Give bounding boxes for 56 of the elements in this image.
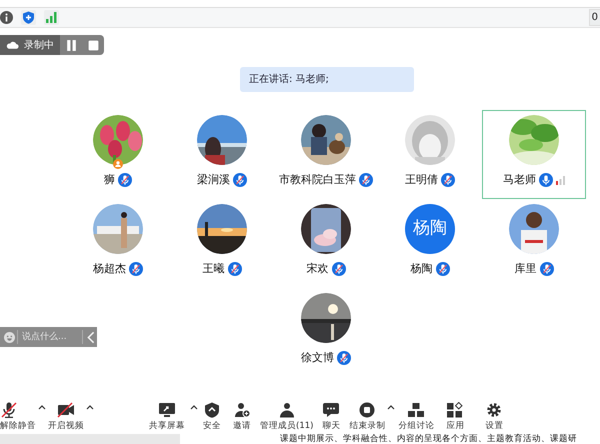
toolbar-button[interactable]: 分组讨论 <box>397 402 436 433</box>
stop-button[interactable] <box>82 35 104 55</box>
toolbar-button[interactable]: 应用 <box>435 402 476 433</box>
participant-name: 王明倩 <box>405 172 438 188</box>
participant-name: 马老师 <box>503 172 536 188</box>
speaker-banner: 正在讲话: 马老师; <box>240 67 414 92</box>
chat-field[interactable]: 说点什么... <box>0 327 97 347</box>
toolbar-button[interactable]: 设置 <box>475 402 514 433</box>
caret-button[interactable] <box>188 404 200 410</box>
chevron-left-icon <box>85 330 97 344</box>
caret-icon <box>86 404 94 410</box>
participant-name: 狮 <box>104 172 115 188</box>
stop-record-icon <box>358 402 376 418</box>
participant-name: 徐文博 <box>301 350 334 366</box>
participant-name: 宋欢 <box>306 260 328 277</box>
audio-level-icon <box>556 176 565 184</box>
stop-icon <box>86 38 100 52</box>
share-screen-icon <box>158 402 176 418</box>
avatar: 杨陶 <box>405 204 455 254</box>
toolbar-button[interactable]: 安全 <box>200 402 224 433</box>
caret-icon <box>190 404 198 410</box>
participant-name: 杨陶 <box>410 260 432 277</box>
breakout-rooms-icon <box>407 402 426 418</box>
toolbar-button[interactable]: 解除静音 <box>0 402 36 433</box>
muted-mic-icon <box>0 402 18 418</box>
participant-name: 库里 <box>514 260 536 277</box>
participant-name: 王曦 <box>202 260 224 277</box>
pause-button[interactable] <box>60 35 82 55</box>
caret-icon <box>38 404 46 410</box>
caret-button[interactable] <box>36 404 48 410</box>
toolbar-button[interactable]: 结束录制 <box>349 402 386 433</box>
toolbar-button[interactable]: 邀请 <box>224 402 260 433</box>
toolbar-button[interactable]: 共享屏幕 <box>146 402 188 433</box>
toolbar-button[interactable]: 管理成员(11) <box>260 402 314 433</box>
caret-icon <box>387 404 396 410</box>
video-off-icon <box>57 402 75 418</box>
ticker-text: 课题中期展示、学科融合性、内容的呈现各个方面、主题教育活动、课题研 <box>280 434 577 444</box>
participant-name: 杨超杰 <box>93 260 126 277</box>
settings-icon <box>485 402 504 418</box>
emoji-icon[interactable] <box>4 330 15 344</box>
invite-person-icon <box>233 402 251 418</box>
apps-icon <box>446 402 464 418</box>
participant-name: 市教科院白玉萍 <box>279 172 356 188</box>
pause-icon <box>64 38 78 52</box>
participant-name: 梁涧溪 <box>197 172 230 188</box>
toolbar-button[interactable]: 开启视频 <box>48 402 84 433</box>
info-icon[interactable] <box>0 11 13 24</box>
shield-icon[interactable] <box>22 11 35 24</box>
collapse-button[interactable] <box>85 330 97 344</box>
shield-icon <box>203 402 221 418</box>
counter-text: 0 <box>588 9 600 26</box>
members-icon <box>278 402 296 418</box>
chat-icon <box>322 402 340 418</box>
caret-button[interactable] <box>84 404 96 410</box>
toolbar-button[interactable]: 聊天 <box>313 402 350 433</box>
recording-label: 录制中 <box>24 38 54 52</box>
